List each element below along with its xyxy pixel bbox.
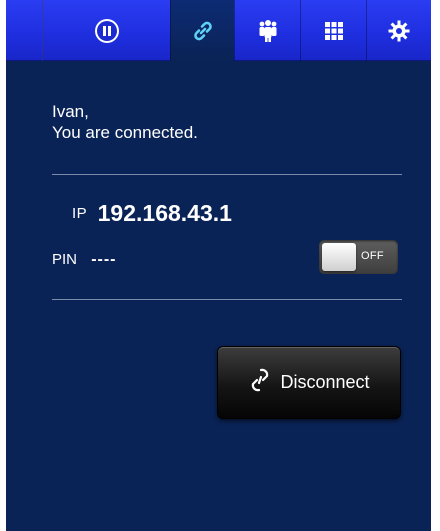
- pin-value: ----: [91, 251, 117, 268]
- tab-settings[interactable]: [366, 0, 431, 61]
- toggle-state-label: OFF: [361, 250, 384, 262]
- toolbar-spacer: [6, 0, 43, 61]
- pin-row: PIN ----: [52, 251, 117, 269]
- gear-icon: [387, 19, 411, 43]
- grid-icon: [323, 20, 345, 42]
- tab-pause[interactable]: [42, 0, 170, 61]
- link-icon: [248, 366, 280, 399]
- connection-status: You are connected.: [52, 123, 198, 142]
- pin-toggle[interactable]: OFF: [319, 240, 398, 274]
- ip-label: IP: [72, 205, 88, 222]
- tab-users[interactable]: [234, 0, 300, 61]
- tab-grid[interactable]: [300, 0, 366, 61]
- ip-address: 192.168.43.1: [97, 200, 232, 226]
- app-frame: Ivan, You are connected. IP 192.168.43.1…: [0, 0, 440, 531]
- disconnect-button[interactable]: Disconnect: [217, 346, 401, 419]
- user-name: Ivan,: [52, 102, 89, 121]
- tab-connection[interactable]: [170, 0, 234, 61]
- users-icon: [255, 18, 281, 44]
- toggle-knob: [322, 243, 356, 271]
- pause-icon: [94, 18, 120, 44]
- disconnect-label: Disconnect: [280, 372, 370, 392]
- link-icon: [191, 19, 215, 43]
- top-toolbar: [6, 0, 431, 61]
- connection-panel: Ivan, You are connected. IP 192.168.43.1…: [6, 0, 431, 531]
- ip-row: IP 192.168.43.1: [72, 200, 232, 227]
- pin-label: PIN: [52, 251, 78, 268]
- divider-top: [52, 174, 402, 175]
- greeting: Ivan, You are connected.: [52, 101, 198, 143]
- divider-bottom: [52, 299, 402, 300]
